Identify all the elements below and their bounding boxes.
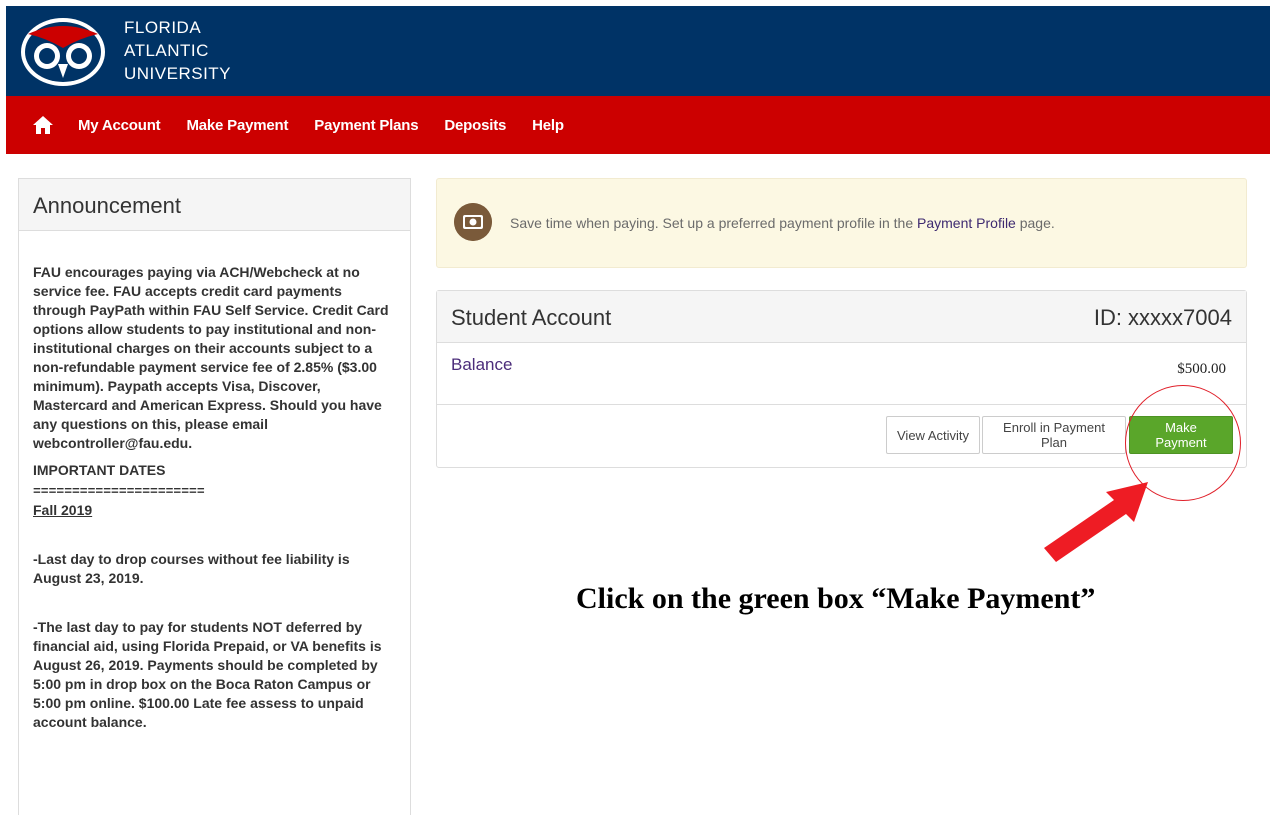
nav-my-account[interactable]: My Account (78, 117, 161, 134)
account-header: Student Account ID: xxxxx7004 (437, 291, 1246, 343)
balance-label[interactable]: Balance (451, 355, 512, 375)
alert-message: Save time when paying. Set up a preferre… (510, 215, 1055, 231)
site-header: FLORIDA ATLANTIC UNIVERSITY (6, 6, 1270, 96)
enroll-payment-plan-button[interactable]: Enroll in Payment Plan (982, 416, 1126, 454)
account-title: Student Account (451, 305, 612, 330)
announcement-body: FAU encourages paying via ACH/Webcheck a… (19, 231, 410, 732)
alert-text-end: page. (1015, 215, 1055, 231)
announcement-panel: Announcement FAU encourages paying via A… (18, 178, 411, 815)
red-arrow-icon (1044, 482, 1148, 562)
university-name: FLORIDA ATLANTIC UNIVERSITY (124, 18, 232, 83)
balance-value: $500.00 (1177, 361, 1226, 377)
payment-profile-alert: Save time when paying. Set up a preferre… (436, 178, 1247, 268)
important-dates-heading: IMPORTANT DATES (33, 462, 166, 478)
announcement-intro: FAU encourages paying via ACH/Webcheck a… (33, 264, 389, 451)
instruction-text: Click on the green box “Make Payment” (576, 582, 1096, 615)
nav-payment-plans[interactable]: Payment Plans (314, 117, 418, 134)
nav-help[interactable]: Help (532, 117, 564, 134)
term-label: Fall 2019 (33, 502, 93, 518)
separator-text: ====================== (33, 484, 205, 499)
money-icon (454, 203, 492, 241)
home-icon[interactable] (32, 115, 54, 135)
nav-deposits[interactable]: Deposits (444, 117, 506, 134)
announcement-title: Announcement (19, 179, 410, 231)
balance-row: Balance $500.00 (437, 343, 1246, 405)
date-item-1: -Last day to drop courses without fee li… (33, 551, 350, 586)
alert-text: Save time when paying. Set up a preferre… (510, 215, 918, 231)
account-id: ID: xxxxx7004 (1093, 305, 1232, 330)
view-activity-button[interactable]: View Activity (886, 416, 980, 454)
date-item-2: -The last day to pay for students NOT de… (33, 619, 382, 730)
payment-profile-link[interactable]: Payment Profile (917, 215, 1016, 231)
owl-logo-icon[interactable] (18, 14, 108, 90)
nav-make-payment[interactable]: Make Payment (186, 117, 288, 134)
main-nav: My Account Make Payment Payment Plans De… (6, 96, 1270, 154)
